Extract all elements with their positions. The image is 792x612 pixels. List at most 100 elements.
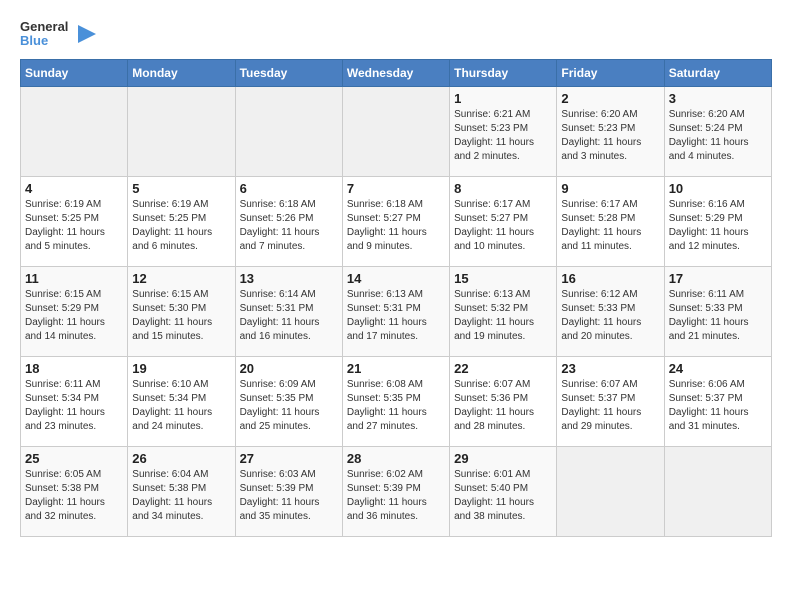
day-number: 18 xyxy=(25,361,123,376)
calendar-cell: 8 Sunrise: 6:17 AM Sunset: 5:27 PM Daylig… xyxy=(450,176,557,266)
day-number: 26 xyxy=(132,451,230,466)
day-info: Sunrise: 6:13 AM Sunset: 5:31 PM Dayligh… xyxy=(347,288,445,344)
calendar-cell: 24 Sunrise: 6:06 AM Sunset: 5:37 PM Dayli… xyxy=(664,356,771,446)
day-number: 9 xyxy=(561,181,659,196)
calendar-cell xyxy=(235,86,342,176)
day-info: Sunrise: 6:11 AM Sunset: 5:33 PM Dayligh… xyxy=(669,288,767,344)
day-number: 7 xyxy=(347,181,445,196)
week-row-1: 1 Sunrise: 6:21 AM Sunset: 5:23 PM Daylig… xyxy=(21,86,772,176)
calendar-cell xyxy=(342,86,449,176)
calendar-cell: 22 Sunrise: 6:07 AM Sunset: 5:36 PM Dayli… xyxy=(450,356,557,446)
day-number: 13 xyxy=(240,271,338,286)
day-info: Sunrise: 6:04 AM Sunset: 5:38 PM Dayligh… xyxy=(132,468,230,524)
day-number: 25 xyxy=(25,451,123,466)
day-info: Sunrise: 6:20 AM Sunset: 5:23 PM Dayligh… xyxy=(561,108,659,164)
calendar-cell: 6 Sunrise: 6:18 AM Sunset: 5:26 PM Daylig… xyxy=(235,176,342,266)
day-number: 11 xyxy=(25,271,123,286)
calendar-cell: 2 Sunrise: 6:20 AM Sunset: 5:23 PM Daylig… xyxy=(557,86,664,176)
day-number: 22 xyxy=(454,361,552,376)
day-number: 23 xyxy=(561,361,659,376)
day-info: Sunrise: 6:12 AM Sunset: 5:33 PM Dayligh… xyxy=(561,288,659,344)
day-number: 12 xyxy=(132,271,230,286)
day-number: 4 xyxy=(25,181,123,196)
logo-general: General xyxy=(20,20,68,34)
calendar-cell xyxy=(21,86,128,176)
calendar-cell: 4 Sunrise: 6:19 AM Sunset: 5:25 PM Daylig… xyxy=(21,176,128,266)
calendar-cell: 7 Sunrise: 6:18 AM Sunset: 5:27 PM Daylig… xyxy=(342,176,449,266)
calendar-cell: 27 Sunrise: 6:03 AM Sunset: 5:39 PM Dayli… xyxy=(235,446,342,536)
day-info: Sunrise: 6:16 AM Sunset: 5:29 PM Dayligh… xyxy=(669,198,767,254)
day-info: Sunrise: 6:05 AM Sunset: 5:38 PM Dayligh… xyxy=(25,468,123,524)
calendar-cell: 15 Sunrise: 6:13 AM Sunset: 5:32 PM Dayli… xyxy=(450,266,557,356)
header-thursday: Thursday xyxy=(450,59,557,86)
calendar-cell: 11 Sunrise: 6:15 AM Sunset: 5:29 PM Dayli… xyxy=(21,266,128,356)
calendar-header-row: SundayMondayTuesdayWednesdayThursdayFrid… xyxy=(21,59,772,86)
day-info: Sunrise: 6:19 AM Sunset: 5:25 PM Dayligh… xyxy=(132,198,230,254)
logo: General Blue xyxy=(20,20,98,49)
calendar-cell: 12 Sunrise: 6:15 AM Sunset: 5:30 PM Dayli… xyxy=(128,266,235,356)
day-info: Sunrise: 6:07 AM Sunset: 5:36 PM Dayligh… xyxy=(454,378,552,434)
day-number: 24 xyxy=(669,361,767,376)
calendar-table: SundayMondayTuesdayWednesdayThursdayFrid… xyxy=(20,59,772,537)
calendar-cell: 23 Sunrise: 6:07 AM Sunset: 5:37 PM Dayli… xyxy=(557,356,664,446)
calendar-cell: 14 Sunrise: 6:13 AM Sunset: 5:31 PM Dayli… xyxy=(342,266,449,356)
day-number: 10 xyxy=(669,181,767,196)
day-info: Sunrise: 6:21 AM Sunset: 5:23 PM Dayligh… xyxy=(454,108,552,164)
day-info: Sunrise: 6:01 AM Sunset: 5:40 PM Dayligh… xyxy=(454,468,552,524)
day-number: 15 xyxy=(454,271,552,286)
day-info: Sunrise: 6:07 AM Sunset: 5:37 PM Dayligh… xyxy=(561,378,659,434)
day-info: Sunrise: 6:03 AM Sunset: 5:39 PM Dayligh… xyxy=(240,468,338,524)
day-info: Sunrise: 6:18 AM Sunset: 5:26 PM Dayligh… xyxy=(240,198,338,254)
day-info: Sunrise: 6:09 AM Sunset: 5:35 PM Dayligh… xyxy=(240,378,338,434)
calendar-cell xyxy=(128,86,235,176)
day-number: 29 xyxy=(454,451,552,466)
calendar-cell: 25 Sunrise: 6:05 AM Sunset: 5:38 PM Dayli… xyxy=(21,446,128,536)
calendar-cell: 21Sunrise: 6:08 AM Sunset: 5:35 PM Dayli… xyxy=(342,356,449,446)
day-number: 20 xyxy=(240,361,338,376)
day-info: Sunrise: 6:13 AM Sunset: 5:32 PM Dayligh… xyxy=(454,288,552,344)
calendar-cell: 28 Sunrise: 6:02 AM Sunset: 5:39 PM Dayli… xyxy=(342,446,449,536)
header-friday: Friday xyxy=(557,59,664,86)
day-info: Sunrise: 6:20 AM Sunset: 5:24 PM Dayligh… xyxy=(669,108,767,164)
day-number: 5 xyxy=(132,181,230,196)
day-number: 16 xyxy=(561,271,659,286)
day-info: Sunrise: 6:18 AM Sunset: 5:27 PM Dayligh… xyxy=(347,198,445,254)
calendar-cell: 26 Sunrise: 6:04 AM Sunset: 5:38 PM Dayli… xyxy=(128,446,235,536)
logo-blue: Blue xyxy=(20,34,68,48)
day-number: 28 xyxy=(347,451,445,466)
day-info: Sunrise: 6:06 AM Sunset: 5:37 PM Dayligh… xyxy=(669,378,767,434)
day-number: 2 xyxy=(561,91,659,106)
day-number: 8 xyxy=(454,181,552,196)
header-tuesday: Tuesday xyxy=(235,59,342,86)
calendar-cell: 1 Sunrise: 6:21 AM Sunset: 5:23 PM Daylig… xyxy=(450,86,557,176)
day-number: 1 xyxy=(454,91,552,106)
calendar-cell: 10 Sunrise: 6:16 AM Sunset: 5:29 PM Dayli… xyxy=(664,176,771,266)
calendar-cell: 3Sunrise: 6:20 AM Sunset: 5:24 PM Daylig… xyxy=(664,86,771,176)
day-info: Sunrise: 6:17 AM Sunset: 5:28 PM Dayligh… xyxy=(561,198,659,254)
week-row-3: 11 Sunrise: 6:15 AM Sunset: 5:29 PM Dayli… xyxy=(21,266,772,356)
day-number: 6 xyxy=(240,181,338,196)
page-header: General Blue xyxy=(20,20,772,49)
day-info: Sunrise: 6:15 AM Sunset: 5:30 PM Dayligh… xyxy=(132,288,230,344)
day-info: Sunrise: 6:14 AM Sunset: 5:31 PM Dayligh… xyxy=(240,288,338,344)
calendar-cell: 9 Sunrise: 6:17 AM Sunset: 5:28 PM Daylig… xyxy=(557,176,664,266)
day-info: Sunrise: 6:08 AM Sunset: 5:35 PM Dayligh… xyxy=(347,378,445,434)
week-row-5: 25 Sunrise: 6:05 AM Sunset: 5:38 PM Dayli… xyxy=(21,446,772,536)
week-row-2: 4 Sunrise: 6:19 AM Sunset: 5:25 PM Daylig… xyxy=(21,176,772,266)
day-info: Sunrise: 6:19 AM Sunset: 5:25 PM Dayligh… xyxy=(25,198,123,254)
header-sunday: Sunday xyxy=(21,59,128,86)
day-number: 27 xyxy=(240,451,338,466)
calendar-cell xyxy=(664,446,771,536)
day-info: Sunrise: 6:10 AM Sunset: 5:34 PM Dayligh… xyxy=(132,378,230,434)
calendar-cell: 17Sunrise: 6:11 AM Sunset: 5:33 PM Dayli… xyxy=(664,266,771,356)
calendar-cell: 16 Sunrise: 6:12 AM Sunset: 5:33 PM Dayli… xyxy=(557,266,664,356)
calendar-cell: 18Sunrise: 6:11 AM Sunset: 5:34 PM Dayli… xyxy=(21,356,128,446)
day-number: 19 xyxy=(132,361,230,376)
day-number: 14 xyxy=(347,271,445,286)
day-info: Sunrise: 6:15 AM Sunset: 5:29 PM Dayligh… xyxy=(25,288,123,344)
calendar-cell: 29 Sunrise: 6:01 AM Sunset: 5:40 PM Dayli… xyxy=(450,446,557,536)
calendar-cell: 19 Sunrise: 6:10 AM Sunset: 5:34 PM Dayli… xyxy=(128,356,235,446)
day-info: Sunrise: 6:17 AM Sunset: 5:27 PM Dayligh… xyxy=(454,198,552,254)
day-info: Sunrise: 6:02 AM Sunset: 5:39 PM Dayligh… xyxy=(347,468,445,524)
header-saturday: Saturday xyxy=(664,59,771,86)
